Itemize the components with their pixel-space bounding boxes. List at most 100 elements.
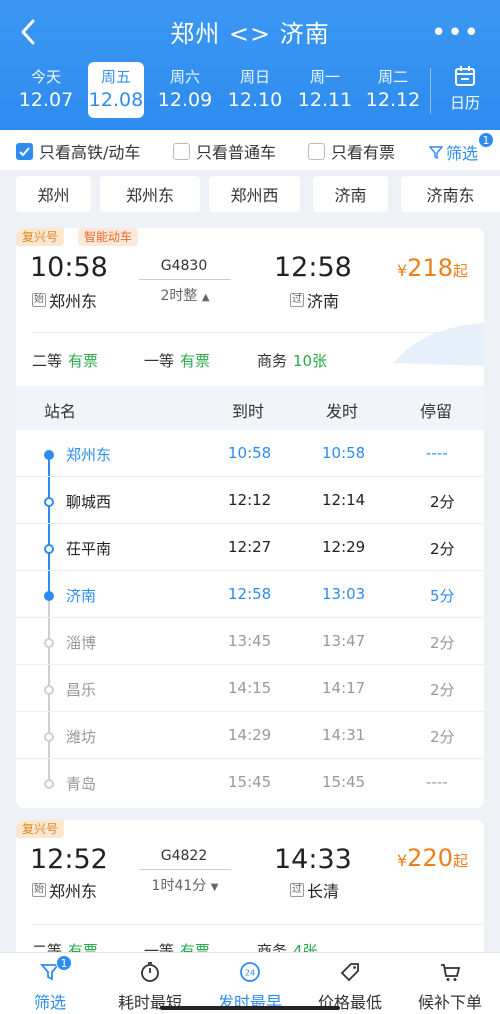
- date-tab-1[interactable]: 周五 12.08: [88, 62, 144, 118]
- caret-down-icon: ▼: [210, 882, 219, 893]
- stop-name: 青岛: [66, 775, 97, 793]
- date-weekday: 今天: [30, 68, 61, 86]
- stop-depart: 13:47: [322, 632, 366, 650]
- stop-depart: 15:45: [322, 773, 366, 791]
- seat-name: 二等: [32, 352, 63, 370]
- date-tab-0[interactable]: 今天 12.07: [18, 62, 74, 118]
- duration-text: 2时整: [160, 288, 198, 304]
- date-value: 12.07: [18, 89, 74, 111]
- calendar-button[interactable]: 日历: [440, 64, 490, 113]
- stop-table-header: 站名 到时 发时 停留: [16, 386, 484, 430]
- train-line: [139, 869, 231, 870]
- departure-time: 10:58: [30, 252, 108, 283]
- date-value: 12.11: [297, 89, 353, 111]
- screen-filter-button[interactable]: 筛选: [428, 140, 478, 164]
- date-tab-2[interactable]: 周六 12.09: [157, 62, 213, 118]
- tab-filter-badge: 1: [56, 955, 72, 971]
- station-chip-2[interactable]: 郑州西: [209, 176, 300, 212]
- divider: [430, 68, 431, 114]
- date-tab-4[interactable]: 周一 12.11: [297, 62, 353, 118]
- stop-row: 济南 12:58 13:03 5分: [16, 571, 484, 618]
- high-speed-label: 只看高铁/动车: [39, 143, 141, 162]
- stop-dot-hollow-icon: [44, 497, 54, 507]
- date-tab-5[interactable]: 周二 12.12: [365, 62, 421, 118]
- stop-name: 济南: [66, 587, 97, 605]
- price-tag-icon: [340, 963, 359, 982]
- high-speed-checkbox[interactable]: 只看高铁/动车: [16, 140, 140, 162]
- calendar-icon: [455, 66, 475, 86]
- arrival-station: 过 长清: [290, 878, 339, 902]
- stop-arrive: 12:58: [228, 585, 272, 603]
- price-suffix: 起: [452, 262, 468, 280]
- seat-first-class: 一等 有票: [144, 350, 210, 371]
- stop-stay: 2分: [430, 728, 455, 746]
- seat-avail: 10张: [293, 352, 328, 370]
- stop-dot-hollow-icon: [44, 685, 54, 695]
- stop-name: 郑州东: [66, 446, 112, 464]
- station-chip-1[interactable]: 郑州东: [100, 176, 200, 212]
- stop-depart: 10:58: [322, 444, 366, 462]
- stopwatch-icon: [141, 962, 159, 982]
- tab-shortest-time[interactable]: 耗时最短: [100, 953, 200, 1014]
- train-watermark-icon: [394, 323, 484, 366]
- duration[interactable]: 1时41分 ▼: [139, 875, 231, 895]
- date-selector: 今天 12.07 周五 12.08 周六 12.09 周日 12.10 周一 1…: [0, 62, 500, 120]
- stop-name: 茌平南: [66, 540, 112, 558]
- page-title: 郑州 <> 济南: [170, 20, 330, 48]
- tab-earliest-departure[interactable]: 24 发时最早: [200, 953, 300, 1014]
- checkbox-checked-icon: [16, 142, 33, 160]
- station-chip-0[interactable]: 郑州: [16, 176, 91, 212]
- station-chip-3[interactable]: 济南: [313, 176, 388, 212]
- stop-row: 潍坊 14:29 14:31 2分: [16, 712, 484, 759]
- divider: [32, 924, 484, 925]
- checkbox-unchecked-icon: [308, 142, 325, 160]
- cart-icon: [441, 964, 461, 981]
- tab-waitlist-label: 候补下单: [417, 993, 482, 1012]
- date-weekday: 周五: [100, 68, 131, 86]
- seat-name: 一等: [144, 352, 175, 370]
- stop-row: 昌乐 14:15 14:17 2分: [16, 665, 484, 712]
- col-depart: 发时: [326, 402, 359, 421]
- date-value: 12.09: [157, 89, 213, 111]
- checkbox-unchecked-icon: [173, 142, 190, 160]
- seat-business-class: 商务 10张: [257, 350, 327, 371]
- train-card-g4830[interactable]: 复兴号 智能动车 10:58 始 郑州东 G4830 2时整 ▲ 12:58 过…: [16, 228, 484, 808]
- stop-depart: 12:29: [322, 538, 366, 556]
- date-weekday: 周日: [239, 68, 270, 86]
- col-station: 站名: [44, 402, 77, 421]
- stop-name: 昌乐: [66, 681, 97, 699]
- fuxing-tag: 复兴号: [16, 228, 65, 246]
- stop-arrive: 14:15: [228, 679, 272, 697]
- stop-row: 淄博 13:45 13:47 2分: [16, 618, 484, 665]
- station-chip-4[interactable]: 济南东: [401, 176, 500, 212]
- stop-depart: 13:03: [322, 585, 366, 603]
- stop-depart: 14:17: [322, 679, 366, 697]
- price-suffix: 起: [452, 852, 468, 870]
- departure-station-name: 郑州东: [49, 882, 98, 901]
- has-ticket-label: 只看有票: [331, 143, 396, 162]
- tab-waitlist[interactable]: 候补下单: [400, 953, 500, 1014]
- duration[interactable]: 2时整 ▲: [139, 285, 231, 305]
- stop-name: 淄博: [66, 634, 97, 652]
- train-line: [139, 279, 231, 280]
- stop-arrive: 10:58: [228, 444, 272, 462]
- caret-up-icon: ▲: [201, 292, 210, 303]
- train-card-g4822[interactable]: 复兴号 12:52 始 郑州东 G4822 1时41分 ▼ 14:33 过 长清…: [16, 820, 484, 960]
- stop-stay: 2分: [430, 634, 455, 652]
- normal-train-checkbox[interactable]: 只看普通车: [173, 140, 276, 162]
- tab-filter[interactable]: 筛选 1: [0, 953, 100, 1014]
- stop-dot-hollow-icon: [44, 638, 54, 648]
- has-ticket-checkbox[interactable]: 只看有票: [308, 140, 395, 162]
- tab-lowest-price[interactable]: 价格最低: [300, 953, 400, 1014]
- screen-filter-label: 筛选: [445, 144, 478, 163]
- arrival-station: 过 济南: [290, 288, 339, 312]
- price: ¥220起: [397, 844, 468, 872]
- stop-dot-filled-icon: [44, 591, 54, 601]
- stop-dot-hollow-icon: [44, 732, 54, 742]
- price-symbol: ¥: [396, 851, 408, 870]
- date-tab-3[interactable]: 周日 12.10: [227, 62, 283, 118]
- screen-filter-badge: 1: [478, 132, 494, 148]
- date-weekday: 周二: [377, 68, 408, 86]
- date-weekday: 周一: [309, 68, 340, 86]
- more-menu-button[interactable]: •••: [431, 18, 480, 48]
